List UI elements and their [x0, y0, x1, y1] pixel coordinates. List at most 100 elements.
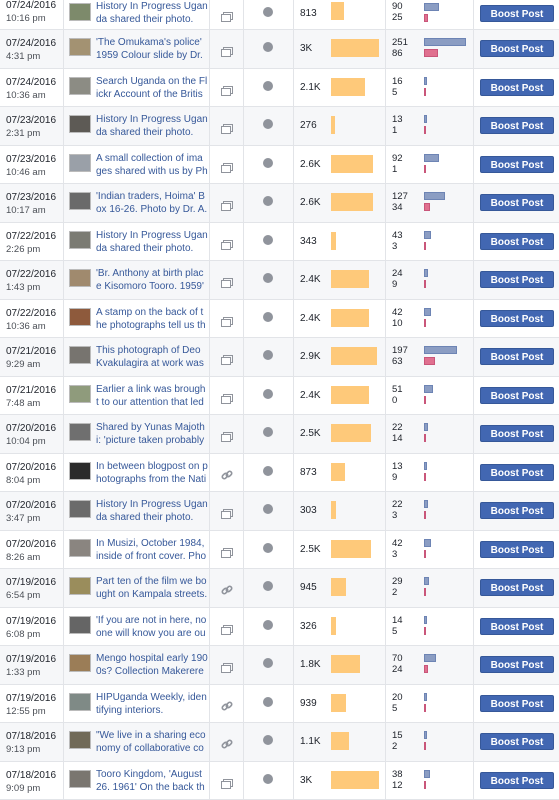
post-thumbnail[interactable]	[69, 538, 91, 557]
post-link[interactable]: 'Indian traders, Hoima' Box 16-26. Photo…	[96, 190, 208, 217]
post-link[interactable]: Tooro Kingdom, 'August 26. 1961' On the …	[96, 768, 208, 795]
boost-post-button[interactable]: Boost Post	[480, 463, 554, 481]
post-clicks-bar	[424, 269, 428, 277]
reach-bar	[331, 77, 365, 96]
globe-icon	[263, 42, 273, 52]
boost-post-button[interactable]: Boost Post	[480, 694, 554, 712]
boost-post-button[interactable]: Boost Post	[480, 348, 554, 365]
post-link[interactable]: Mengo hospital early 1900s? Collection M…	[96, 652, 208, 679]
post-thumbnail[interactable]	[69, 230, 91, 249]
reach-cell: 3K	[294, 30, 386, 68]
boost-post-button[interactable]: Boost Post	[480, 271, 554, 288]
table-row: 07/19/2016 12:55 pm HIPUganda Weekly, iden…	[0, 684, 559, 723]
reach-bar	[331, 655, 360, 673]
engagement-cell: 42 3	[386, 530, 474, 568]
post-link[interactable]: Search Uganda on the Flickr Account of t…	[96, 75, 208, 102]
post-link[interactable]: A small collection of images shared with…	[96, 152, 208, 179]
post-time: 6:08 pm	[6, 628, 41, 640]
boost-post-button[interactable]: Boost Post	[480, 117, 554, 134]
post-thumbnail[interactable]	[69, 423, 91, 441]
post-clicks-value: 16	[392, 75, 403, 87]
photo-icon	[221, 9, 233, 22]
post-thumbnail[interactable]	[69, 577, 91, 595]
reach-cell: 813	[294, 0, 386, 29]
boost-post-button[interactable]: Boost Post	[480, 540, 554, 558]
post-link[interactable]: 'The Omukama's police' 1959 Colour slide…	[96, 36, 208, 63]
reach-bar	[331, 270, 369, 288]
post-thumbnail[interactable]	[69, 615, 91, 634]
table-row: 07/21/2016 9:29 am This photograph of Deo …	[0, 338, 559, 377]
boost-post-button[interactable]: Boost Post	[480, 5, 554, 22]
boost-cell: Boost Post	[474, 762, 559, 800]
boost-post-button[interactable]: Boost Post	[480, 155, 554, 173]
post-link[interactable]: History In Progress Uganda shared their …	[96, 113, 208, 140]
engagement-cell: 90 25	[386, 0, 474, 29]
post-clicks-bar	[424, 38, 466, 46]
post-link[interactable]: History In Progress Uganda shared their …	[96, 498, 208, 525]
boost-post-button[interactable]: Boost Post	[480, 309, 554, 327]
date-cell: 07/23/2016 10:17 am	[0, 184, 64, 222]
post-thumbnail[interactable]	[69, 346, 91, 364]
post-thumbnail[interactable]	[69, 307, 91, 326]
reactions-bar	[424, 434, 426, 442]
post-time: 2:31 pm	[6, 128, 41, 139]
boost-post-button[interactable]: Boost Post	[480, 40, 554, 57]
reactions-bar	[424, 203, 430, 211]
reactions-bar	[424, 280, 426, 288]
reactions-value: 12	[392, 779, 403, 791]
post-link[interactable]: This photograph of Deo Kvakulagira at wo…	[96, 344, 208, 371]
boost-post-button[interactable]: Boost Post	[480, 386, 554, 404]
post-link[interactable]: "We live in a sharing economy of collabo…	[96, 729, 208, 756]
boost-post-button[interactable]: Boost Post	[480, 579, 554, 596]
post-link[interactable]: In between blogpost on photographs from …	[96, 460, 208, 487]
post-thumbnail[interactable]	[69, 76, 91, 95]
post-link[interactable]: History In Progress Uganda shared their …	[96, 229, 208, 256]
post-link[interactable]: Earlier a link was brought to our attent…	[96, 383, 208, 410]
post-thumbnail[interactable]	[69, 692, 91, 711]
post-link[interactable]: 'If you are not in here, no one will kno…	[96, 614, 208, 641]
post-thumbnail[interactable]	[69, 654, 91, 672]
targeting-cell	[244, 492, 294, 530]
post-thumbnail[interactable]	[69, 192, 91, 210]
reach-value: 939	[300, 697, 317, 709]
post-thumbnail[interactable]	[69, 769, 91, 788]
boost-post-button[interactable]: Boost Post	[480, 771, 554, 789]
post-link[interactable]: Part ten of the film we bought on Kampal…	[96, 575, 208, 602]
post-date: 07/20/2016	[6, 538, 57, 550]
post-thumbnail[interactable]	[69, 153, 91, 172]
boost-post-button[interactable]: Boost Post	[480, 78, 554, 96]
link-icon	[221, 468, 233, 480]
boost-post-button[interactable]: Boost Post	[480, 194, 554, 211]
table-row: 07/23/2016 2:31 pm History In Progress Uga…	[0, 107, 559, 146]
post-thumbnail[interactable]	[69, 38, 91, 56]
boost-post-button[interactable]: Boost Post	[480, 733, 554, 750]
post-link[interactable]: HIPUganda Weekly, identifying interiors.	[96, 691, 208, 718]
boost-post-button[interactable]: Boost Post	[480, 425, 554, 442]
reach-value: 3K	[300, 43, 313, 54]
boost-post-button[interactable]: Boost Post	[480, 656, 554, 673]
post-link[interactable]: In Musizi, October 1984, inside of front…	[96, 537, 208, 564]
post-link[interactable]: 'Br. Anthony at birth place Kisomoro Too…	[96, 267, 208, 294]
boost-post-button[interactable]: Boost Post	[480, 617, 554, 635]
post-date: 07/22/2016	[6, 230, 57, 242]
post-thumbnail[interactable]	[69, 500, 91, 518]
post-link[interactable]: A stamp on the back of the photographs t…	[96, 306, 208, 333]
reach-bar	[331, 424, 371, 442]
reactions-value: 5	[392, 86, 398, 98]
boost-post-button[interactable]: Boost Post	[480, 502, 554, 519]
post-thumbnail[interactable]	[69, 731, 91, 749]
post-thumbnail[interactable]	[69, 384, 91, 403]
post-text-cell: History In Progress Uganda shared their …	[94, 0, 210, 29]
post-link[interactable]: Shared by Yunas Majothi: 'picture taken …	[96, 421, 208, 448]
globe-icon	[263, 504, 273, 514]
engagement-cell: 92 1	[386, 145, 474, 183]
boost-post-button[interactable]: Boost Post	[480, 232, 554, 250]
type-cell	[210, 761, 244, 799]
post-thumbnail[interactable]	[69, 461, 91, 480]
post-thumbnail[interactable]	[69, 269, 91, 287]
reactions-value: 24	[392, 664, 403, 675]
post-thumbnail[interactable]	[69, 115, 91, 133]
reach-bar	[331, 732, 349, 750]
post-link[interactable]: History In Progress Uganda shared their …	[96, 0, 208, 27]
post-thumbnail[interactable]	[69, 3, 91, 21]
